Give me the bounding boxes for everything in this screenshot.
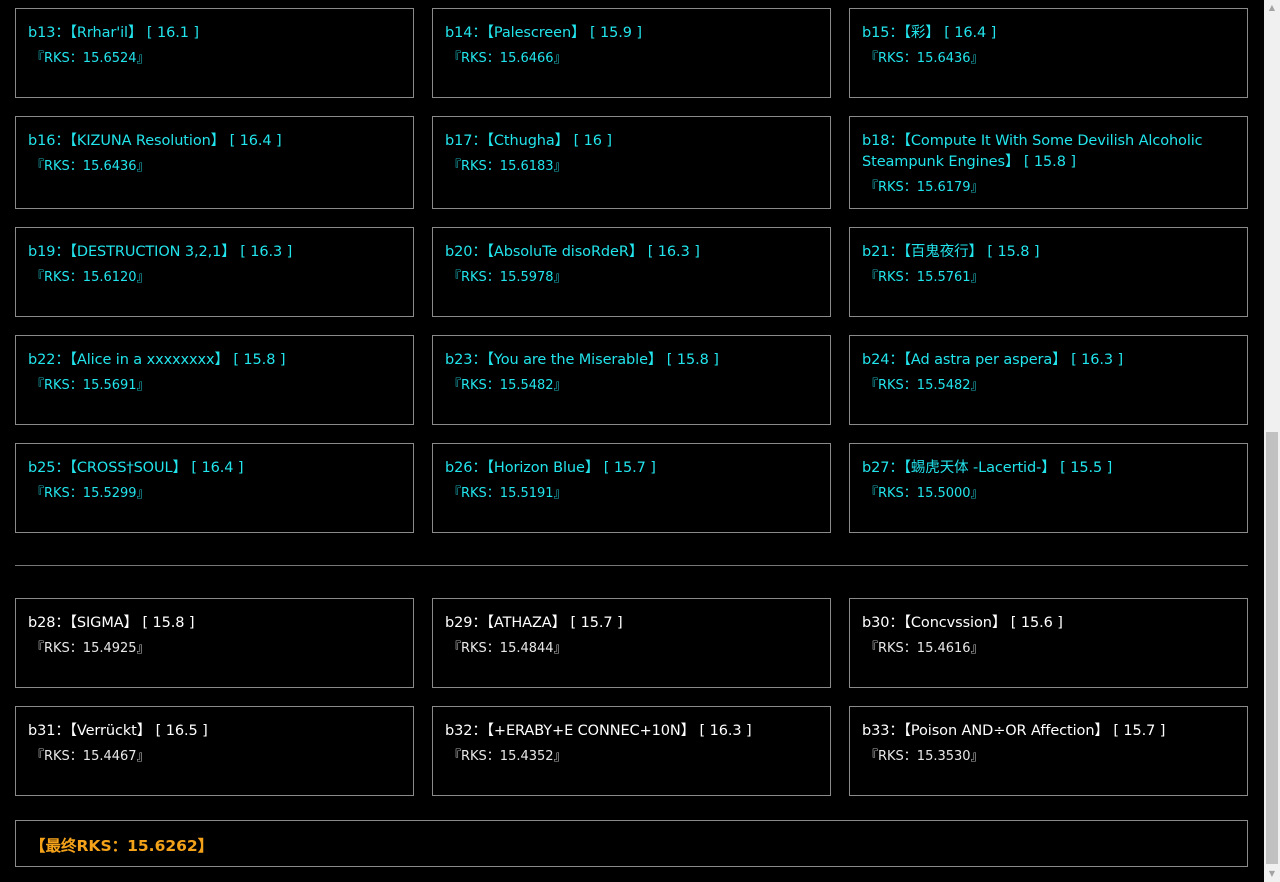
card-title: b31：【Verrückt】 [ 16.5 ] bbox=[28, 723, 208, 739]
card-title: b30：【Concvssion】 [ 15.6 ] bbox=[862, 615, 1063, 631]
card-rks: 『RKS：15.6524』 bbox=[31, 51, 150, 66]
score-card: b13：【Rrhar'il】 [ 16.1 ] 『RKS：15.6524』 bbox=[15, 8, 414, 98]
card-rks: 『RKS：15.6120』 bbox=[31, 270, 150, 285]
score-card: b22：【Alice in a xxxxxxxx】 [ 15.8 ] 『RKS：… bbox=[15, 335, 414, 425]
score-card: b19：【DESTRUCTION 3,2,1】 [ 16.3 ] 『RKS：15… bbox=[15, 227, 414, 317]
card-title: b33：【Poison AND÷OR Affection】 [ 15.7 ] bbox=[862, 723, 1166, 739]
card-rks: 『RKS：15.4467』 bbox=[31, 749, 150, 764]
score-card: b18：【Compute It With Some Devilish Alcoh… bbox=[849, 116, 1248, 209]
card-title: b19：【DESTRUCTION 3,2,1】 [ 16.3 ] bbox=[28, 244, 293, 260]
score-card: b17：【Cthugha】 [ 16 ] 『RKS：15.6183』 bbox=[432, 116, 831, 209]
card-title: b15：【彩】 [ 16.4 ] bbox=[862, 25, 997, 41]
card-title: b25：【CROSS†SOUL】 [ 16.4 ] bbox=[28, 460, 244, 476]
scroll-up-arrow-icon[interactable]: ▲ bbox=[1264, 0, 1280, 16]
score-card: b15：【彩】 [ 16.4 ] 『RKS：15.6436』 bbox=[849, 8, 1248, 98]
card-title: b27：【蜴虎天体 -Lacertid-】 [ 15.5 ] bbox=[862, 460, 1113, 476]
card-title: b22：【Alice in a xxxxxxxx】 [ 15.8 ] bbox=[28, 352, 286, 368]
card-title: b26：【Horizon Blue】 [ 15.7 ] bbox=[445, 460, 656, 476]
vertical-scrollbar[interactable]: ▲ ▼ bbox=[1264, 0, 1280, 882]
card-rks: 『RKS：15.5299』 bbox=[31, 486, 150, 501]
card-rks: 『RKS：15.5191』 bbox=[448, 486, 567, 501]
score-card: b21：【百鬼夜行】 [ 15.8 ] 『RKS：15.5761』 bbox=[849, 227, 1248, 317]
section-divider bbox=[15, 565, 1248, 566]
card-title: b32：【+ERABY+E CONNEC+10N】 [ 16.3 ] bbox=[445, 723, 752, 739]
page: b13：【Rrhar'il】 [ 16.1 ] 『RKS：15.6524』 b1… bbox=[0, 0, 1264, 882]
card-title: b29：【ATHAZA】 [ 15.7 ] bbox=[445, 615, 623, 631]
score-card: b26：【Horizon Blue】 [ 15.7 ] 『RKS：15.5191… bbox=[432, 443, 831, 533]
card-title: b23：【You are the Miserable】 [ 15.8 ] bbox=[445, 352, 719, 368]
card-rks: 『RKS：15.6183』 bbox=[448, 159, 567, 174]
final-rks-label: 【最终RKS：15.6262】 bbox=[30, 837, 214, 855]
score-card: b23：【You are the Miserable】 [ 15.8 ] 『RK… bbox=[432, 335, 831, 425]
card-rks: 『RKS：15.6436』 bbox=[865, 51, 984, 66]
score-card: b24：【Ad astra per aspera】 [ 16.3 ] 『RKS：… bbox=[849, 335, 1248, 425]
score-card: b30：【Concvssion】 [ 15.6 ] 『RKS：15.4616』 bbox=[849, 598, 1248, 688]
card-rks: 『RKS：15.6466』 bbox=[448, 51, 567, 66]
card-title: b18：【Compute It With Some Devilish Alcoh… bbox=[862, 133, 1203, 170]
card-title: b16：【KIZUNA Resolution】 [ 16.4 ] bbox=[28, 133, 282, 149]
score-card: b28：【SIGMA】 [ 15.8 ] 『RKS：15.4925』 bbox=[15, 598, 414, 688]
card-rks: 『RKS：15.5691』 bbox=[31, 378, 150, 393]
scroll-down-arrow-icon[interactable]: ▼ bbox=[1264, 866, 1280, 882]
score-card: b31：【Verrückt】 [ 16.5 ] 『RKS：15.4467』 bbox=[15, 706, 414, 796]
card-title: b13：【Rrhar'il】 [ 16.1 ] bbox=[28, 25, 199, 41]
card-title: b20：【AbsoluTe disoRdeR】 [ 16.3 ] bbox=[445, 244, 700, 260]
card-title: b24：【Ad astra per aspera】 [ 16.3 ] bbox=[862, 352, 1124, 368]
final-rks-panel: 【最终RKS：15.6262】 bbox=[15, 820, 1248, 867]
card-rks: 『RKS：15.5482』 bbox=[448, 378, 567, 393]
card-title: b14：【Palescreen】 [ 15.9 ] bbox=[445, 25, 642, 41]
card-rks: 『RKS：15.5978』 bbox=[448, 270, 567, 285]
score-card: b29：【ATHAZA】 [ 15.7 ] 『RKS：15.4844』 bbox=[432, 598, 831, 688]
card-rks: 『RKS：15.5482』 bbox=[865, 378, 984, 393]
scrollbar-thumb[interactable] bbox=[1266, 432, 1278, 864]
card-title: b28：【SIGMA】 [ 15.8 ] bbox=[28, 615, 195, 631]
card-rks: 『RKS：15.5761』 bbox=[865, 270, 984, 285]
score-card: b20：【AbsoluTe disoRdeR】 [ 16.3 ] 『RKS：15… bbox=[432, 227, 831, 317]
card-rks: 『RKS：15.4616』 bbox=[865, 641, 984, 656]
card-rks: 『RKS：15.4844』 bbox=[448, 641, 567, 656]
card-title: b21：【百鬼夜行】 [ 15.8 ] bbox=[862, 244, 1040, 260]
card-rks: 『RKS：15.6436』 bbox=[31, 159, 150, 174]
score-card: b14：【Palescreen】 [ 15.9 ] 『RKS：15.6466』 bbox=[432, 8, 831, 98]
card-rks: 『RKS：15.5000』 bbox=[865, 486, 984, 501]
card-rks: 『RKS：15.4352』 bbox=[448, 749, 567, 764]
card-title: b17：【Cthugha】 [ 16 ] bbox=[445, 133, 612, 149]
score-card: b33：【Poison AND÷OR Affection】 [ 15.7 ] 『… bbox=[849, 706, 1248, 796]
score-card: b27：【蜴虎天体 -Lacertid-】 [ 15.5 ] 『RKS：15.5… bbox=[849, 443, 1248, 533]
card-rks: 『RKS：15.6179』 bbox=[865, 180, 984, 195]
score-card: b16：【KIZUNA Resolution】 [ 16.4 ] 『RKS：15… bbox=[15, 116, 414, 209]
score-card: b32：【+ERABY+E CONNEC+10N】 [ 16.3 ] 『RKS：… bbox=[432, 706, 831, 796]
card-rks: 『RKS：15.3530』 bbox=[865, 749, 984, 764]
score-card: b25：【CROSS†SOUL】 [ 16.4 ] 『RKS：15.5299』 bbox=[15, 443, 414, 533]
card-rks: 『RKS：15.4925』 bbox=[31, 641, 150, 656]
